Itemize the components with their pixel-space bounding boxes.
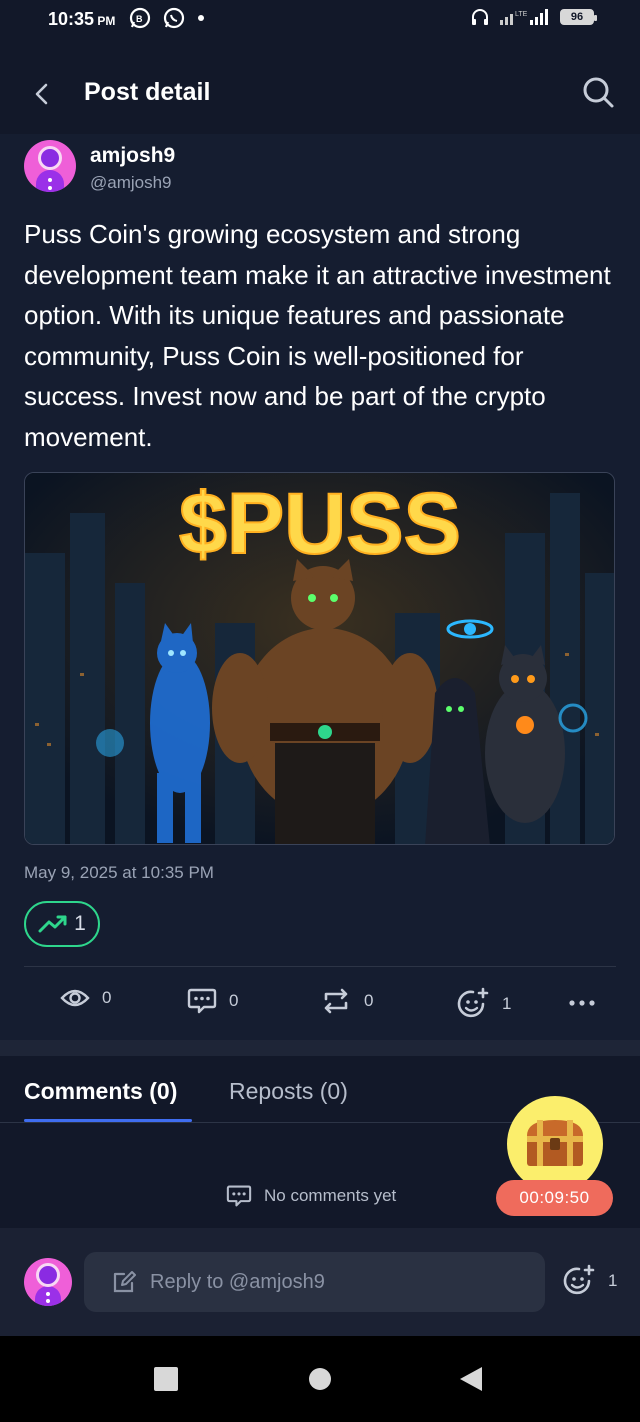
author-handle[interactable]: @amjosh9 <box>90 173 172 193</box>
status-ampm: PM <box>97 14 116 28</box>
status-time-value: 10:35 <box>48 9 95 29</box>
section-separator <box>0 1040 640 1056</box>
comment-icon <box>226 1185 252 1207</box>
empty-comments-text: No comments yet <box>264 1186 397 1205</box>
post-actions: 0 0 0 1 <box>0 979 640 1031</box>
post-detail: amjosh9 @amjosh9 Puss Coin's growing eco… <box>0 134 640 1040</box>
views-stat[interactable]: 0 <box>60 987 111 1009</box>
repost-icon <box>324 988 348 1014</box>
page-title: Post detail <box>84 78 211 106</box>
tab-reposts[interactable]: Reposts (0) <box>229 1078 348 1105</box>
puss-coin-illustration: $PUSS <box>25 473 614 844</box>
headphones-icon <box>472 9 488 25</box>
reply-react-button[interactable]: 1 <box>562 1264 617 1298</box>
trend-count: 1 <box>74 912 86 935</box>
treasure-reward-button[interactable] <box>507 1096 603 1192</box>
more-options-icon[interactable] <box>568 999 596 1007</box>
reactions-count: 1 <box>502 994 512 1013</box>
post-image[interactable]: $PUSS <box>24 472 615 845</box>
repost-button[interactable]: 0 <box>320 987 373 1015</box>
tab-comments[interactable]: Comments (0) <box>24 1078 177 1105</box>
treasure-chest-icon <box>527 1120 583 1166</box>
app-header: Post detail <box>0 38 640 134</box>
views-count: 0 <box>102 988 112 1007</box>
svg-text:B: B <box>136 14 143 24</box>
reposts-count: 0 <box>364 991 374 1010</box>
search-icon[interactable] <box>580 74 616 110</box>
home-button[interactable] <box>307 1366 333 1392</box>
back-nav-button[interactable] <box>458 1366 484 1392</box>
post-date: May 9, 2025 at 10:35 PM <box>24 863 214 882</box>
reply-input[interactable]: Reply to @amjosh9 <box>84 1252 545 1312</box>
edit-icon <box>113 1271 136 1293</box>
comments-count: 0 <box>229 991 239 1010</box>
whatsapp-icon <box>163 7 185 29</box>
trending-up-icon <box>38 915 67 933</box>
reward-timer: 00:09:50 <box>496 1180 613 1216</box>
image-title-text: $PUSS <box>179 476 461 572</box>
my-avatar[interactable] <box>24 1258 72 1306</box>
back-button[interactable] <box>22 74 62 114</box>
trend-button[interactable]: 1 <box>24 901 100 947</box>
reply-reaction-count: 1 <box>608 1271 618 1290</box>
divider <box>24 966 616 967</box>
signal-icon: LTE <box>500 9 548 25</box>
recents-button[interactable] <box>153 1366 179 1392</box>
battery-icon: 96 <box>560 9 597 25</box>
eye-icon <box>60 989 90 1007</box>
status-time: 10:35 PM <box>48 9 115 30</box>
add-reaction-icon <box>457 987 489 1018</box>
system-nav-bar <box>0 1336 640 1422</box>
empty-comments: No comments yet <box>226 1184 396 1208</box>
react-button[interactable]: 1 <box>456 987 511 1021</box>
notification-dot-icon <box>198 15 204 21</box>
post-text: Puss Coin's growing ecosystem and strong… <box>24 219 611 452</box>
svg-text:LTE: LTE <box>515 11 528 18</box>
comment-icon <box>187 988 217 1014</box>
status-bar: 10:35 PM B LTE 96 <box>0 0 640 38</box>
author-name[interactable]: amjosh9 <box>90 144 175 168</box>
comment-button[interactable]: 0 <box>187 987 238 1015</box>
author-avatar[interactable] <box>24 140 76 192</box>
reply-bar: Reply to @amjosh9 1 <box>0 1228 640 1336</box>
whatsapp-business-icon: B <box>129 7 151 29</box>
add-reaction-icon <box>563 1264 595 1295</box>
reply-placeholder: Reply to @amjosh9 <box>150 1270 325 1293</box>
